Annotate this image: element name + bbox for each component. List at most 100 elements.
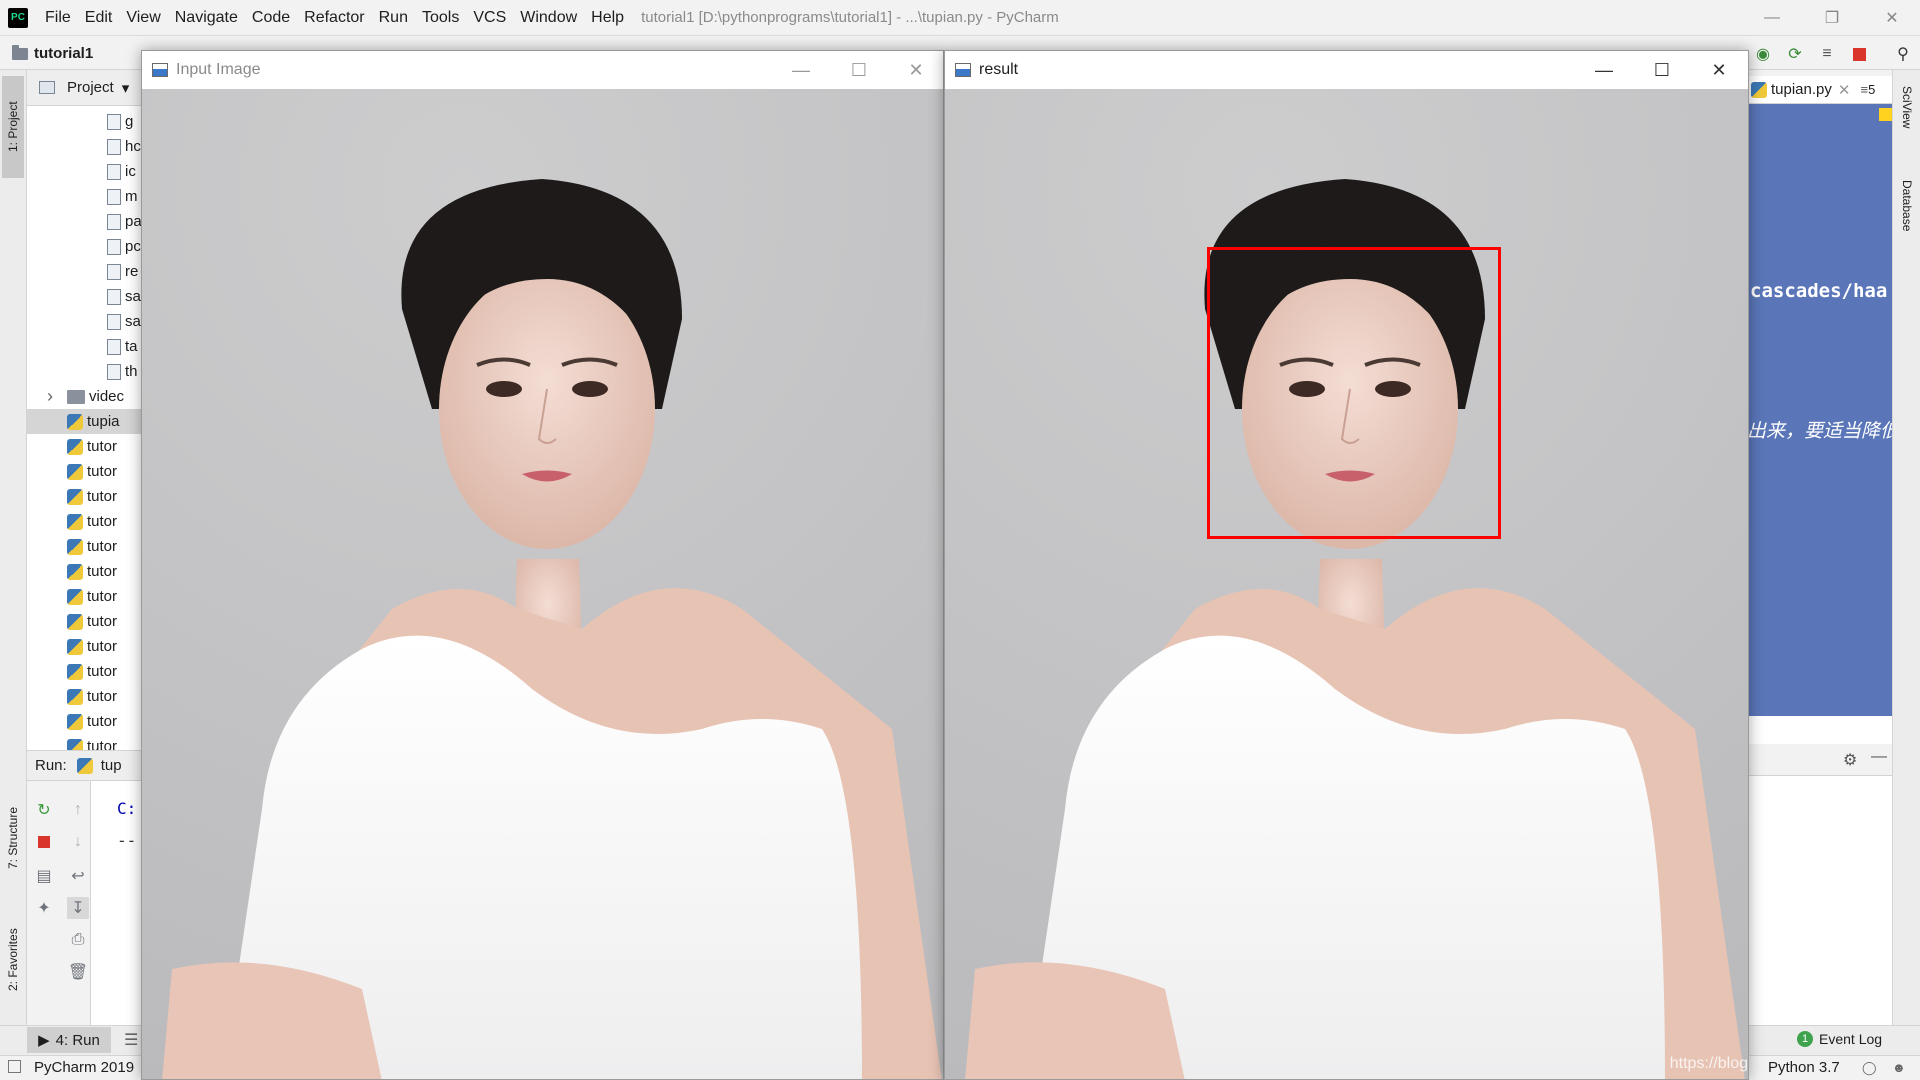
file-icon (107, 238, 121, 255)
menu-help[interactable]: Help (584, 9, 631, 27)
tool-windows-icon[interactable]: ☰ (124, 1030, 138, 1050)
database-tool-tab[interactable]: Database (1896, 180, 1918, 270)
close-tab-icon[interactable]: ✕ (1838, 81, 1851, 99)
tree-item[interactable]: th (27, 359, 142, 384)
sciview-tool-tab[interactable]: SciView (1896, 86, 1918, 176)
tree-item[interactable]: tutor (27, 709, 142, 734)
code-editor[interactable]: cascades/haa 出来，要适当降低 (1747, 104, 1892, 716)
search-icon[interactable]: ⚲ (1893, 44, 1913, 64)
favorites-tool-tab[interactable]: 2: Favorites (2, 910, 24, 1010)
pin-icon[interactable]: ✦ (33, 897, 55, 919)
tree-item[interactable]: sa (27, 284, 142, 309)
tree-item[interactable]: tutor (27, 534, 142, 559)
tree-item[interactable]: tutor (27, 584, 142, 609)
tree-item-label: tutor (87, 513, 118, 530)
soft-wrap-icon[interactable]: ↩ (67, 865, 89, 887)
result-titlebar[interactable]: result — ☐ ✕ (945, 51, 1748, 89)
python-file-icon (67, 638, 83, 655)
tree-item[interactable]: tutor (27, 734, 142, 750)
tree-item[interactable]: ta (27, 334, 142, 359)
rerun-icon[interactable]: ↻ (33, 799, 55, 821)
tree-item[interactable]: tutor (27, 609, 142, 634)
breadcrumb-project[interactable]: tutorial1 (34, 45, 93, 62)
tree-item[interactable]: tutor (27, 634, 142, 659)
coverage-icon[interactable]: ⟳ (1785, 44, 1805, 64)
python-file-icon (67, 663, 83, 680)
tree-item[interactable]: tutor (27, 484, 142, 509)
stop-run-icon[interactable] (33, 831, 55, 853)
python-file-icon (67, 413, 83, 430)
print-icon[interactable]: ⎙ (67, 929, 89, 951)
tree-item[interactable]: m (27, 184, 142, 209)
tree-item[interactable]: tupia (27, 409, 142, 434)
tree-item[interactable]: hc (27, 134, 142, 159)
layout-icon[interactable]: ▤ (33, 865, 55, 887)
lock-icon[interactable]: ◯ (1862, 1060, 1877, 1076)
profile-icon[interactable]: ≡ (1817, 44, 1837, 64)
python-file-icon (67, 613, 83, 630)
tree-item[interactable]: tutor (27, 459, 142, 484)
tree-item-label: sa (125, 288, 141, 305)
project-tool-tab[interactable]: 1: Project (2, 76, 24, 178)
result-window[interactable]: result — ☐ ✕ https://blog (944, 50, 1749, 1080)
menu-tools[interactable]: Tools (415, 9, 466, 27)
menu-refactor[interactable]: Refactor (297, 9, 371, 27)
input-close-button[interactable]: ✕ (887, 51, 945, 89)
project-panel-header[interactable]: Project ▾ (27, 70, 142, 106)
input-image-titlebar[interactable]: Input Image — ☐ ✕ (142, 51, 943, 89)
event-log-tab[interactable]: 1 Event Log (1797, 1031, 1882, 1047)
tab-list-icon[interactable]: ≡ (1860, 82, 1868, 97)
tree-item[interactable]: tutor (27, 684, 142, 709)
interpreter-indicator[interactable]: Python 3.7 (1768, 1059, 1840, 1076)
close-button[interactable]: ✕ (1864, 0, 1920, 36)
arrow-up-icon[interactable]: ↑ (67, 799, 89, 821)
debug-icon[interactable]: ◉ (1753, 44, 1773, 64)
minimize-button[interactable]: — (1744, 0, 1800, 36)
tree-item[interactable]: tutor (27, 559, 142, 584)
tool-tab-run[interactable]: ▶ 4: Run (27, 1027, 111, 1053)
hide-panel-icon[interactable]: — (1871, 748, 1887, 766)
menu-window[interactable]: Window (513, 9, 584, 27)
scroll-to-end-icon[interactable]: ↧ (67, 897, 89, 919)
run-config-tab[interactable]: tup (76, 757, 122, 774)
menu-edit[interactable]: Edit (78, 9, 120, 27)
tree-item[interactable]: tutor (27, 509, 142, 534)
menu-view[interactable]: View (119, 9, 167, 27)
result-maximize-button[interactable]: ☐ (1633, 51, 1691, 89)
gear-icon[interactable]: ⚙ (1843, 750, 1857, 770)
menu-code[interactable]: Code (245, 9, 297, 27)
menu-navigate[interactable]: Navigate (168, 9, 245, 27)
input-image-title: Input Image (176, 61, 261, 78)
structure-tool-tab[interactable]: 7: Structure (2, 788, 24, 888)
result-minimize-button[interactable]: — (1575, 51, 1633, 89)
tree-item[interactable]: › videc (27, 384, 142, 409)
stop-icon[interactable] (1849, 44, 1869, 64)
editor-tab-tupian[interactable]: tupian.py (1771, 81, 1832, 98)
input-maximize-button[interactable]: ☐ (830, 51, 888, 89)
input-image-window[interactable]: Input Image — ☐ ✕ (141, 50, 944, 1080)
tree-item[interactable]: tutor (27, 434, 142, 459)
tree-item[interactable]: pa (27, 209, 142, 234)
tree-item[interactable]: ic (27, 159, 142, 184)
restore-button[interactable]: ❐ (1804, 0, 1860, 36)
result-close-button[interactable]: ✕ (1690, 51, 1748, 89)
status-message: PyCharm 2019 (34, 1059, 135, 1076)
input-minimize-button[interactable]: — (772, 51, 830, 89)
breadcrumb[interactable]: tutorial1 (12, 44, 93, 62)
menu-file[interactable]: File (38, 9, 78, 27)
tree-item[interactable]: re (27, 259, 142, 284)
hector-icon[interactable]: ☻ (1892, 1060, 1906, 1075)
menu-run[interactable]: Run (372, 9, 415, 27)
inspection-indicator-icon[interactable] (1879, 108, 1892, 121)
toggle-tool-windows-icon[interactable] (8, 1060, 21, 1073)
code-line: cascades/haa (1750, 280, 1888, 302)
trash-icon[interactable]: 🗑 (67, 961, 89, 983)
tree-item[interactable]: pc (27, 234, 142, 259)
tree-item[interactable]: g (27, 109, 142, 134)
arrow-down-icon[interactable]: ↓ (67, 831, 89, 853)
tree-item[interactable]: tutor (27, 659, 142, 684)
tree-item[interactable]: sa (27, 309, 142, 334)
chevron-down-icon[interactable]: ▾ (122, 79, 130, 97)
chevron-right-icon[interactable]: › (47, 386, 67, 407)
menu-vcs[interactable]: VCS (466, 9, 513, 27)
